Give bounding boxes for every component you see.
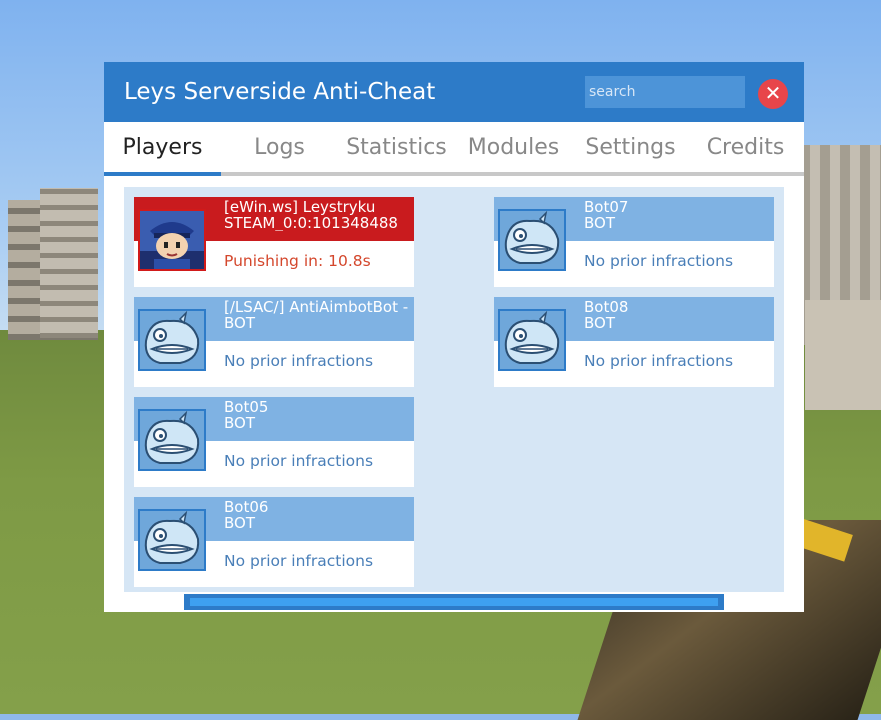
player-name: Bot07: [584, 200, 629, 215]
player-status: Punishing in: 10.8s: [224, 252, 371, 270]
bot-avatar-image: [500, 211, 564, 269]
tab-players[interactable]: Players: [104, 122, 221, 176]
horizontal-scrollbar[interactable]: [184, 594, 724, 610]
game-building: [805, 300, 881, 410]
player-status: No prior infractions: [224, 452, 374, 470]
player-name: Bot06: [224, 500, 269, 515]
window-title: Leys Serverside Anti-Cheat: [124, 79, 436, 105]
tab-credits[interactable]: Credits: [687, 122, 804, 176]
bot-avatar-icon[interactable]: [138, 409, 206, 471]
player-status: No prior infractions: [224, 552, 374, 570]
bot-avatar-icon[interactable]: [498, 309, 566, 371]
player-status: No prior infractions: [584, 352, 734, 370]
bot-avatar-icon[interactable]: [498, 209, 566, 271]
player-list: [eWin.ws] Leystryku STEAM_0:0:101348488 …: [124, 187, 784, 592]
anticheat-panel: Leys Serverside Anti-Cheat ✕ Players Log…: [104, 62, 804, 612]
player-avatar-image: [140, 211, 204, 269]
player-name: Bot08: [584, 300, 629, 315]
tab-underline: [104, 172, 804, 176]
tab-statistics[interactable]: Statistics: [338, 122, 455, 176]
close-icon: ✕: [764, 81, 782, 105]
player-steamid: BOT: [224, 315, 255, 331]
player-avatar-icon[interactable]: [138, 209, 206, 271]
bot-avatar-image: [140, 311, 204, 369]
tab-logs[interactable]: Logs: [221, 122, 338, 176]
close-button[interactable]: ✕: [758, 79, 788, 109]
player-steamid: BOT: [224, 515, 255, 531]
player-name: [eWin.ws] Leystryku: [224, 200, 376, 215]
player-name: Bot05: [224, 400, 269, 415]
player-steamid: BOT: [584, 215, 615, 231]
player-steamid: BOT: [224, 415, 255, 431]
bot-avatar-image: [140, 411, 204, 469]
player-status: No prior infractions: [584, 252, 734, 270]
tab-bar: Players Logs Statistics Modules Settings…: [104, 122, 804, 176]
title-bar[interactable]: Leys Serverside Anti-Cheat ✕: [104, 62, 804, 122]
player-card[interactable]: Bot08 BOT No prior infractions: [494, 297, 774, 387]
scrollbar-thumb[interactable]: [190, 598, 718, 606]
tab-modules[interactable]: Modules: [455, 122, 572, 176]
bot-avatar-image: [140, 511, 204, 569]
player-steamid: BOT: [584, 315, 615, 331]
bot-avatar-icon[interactable]: [138, 509, 206, 571]
bot-avatar-image: [500, 311, 564, 369]
player-card[interactable]: Bot05 BOT No prior infractions: [134, 397, 414, 487]
player-card[interactable]: [/LSAC/] AntiAimbotBot - by Leystryku BO…: [134, 297, 414, 387]
player-status: No prior infractions: [224, 352, 374, 370]
tab-settings[interactable]: Settings: [572, 122, 689, 176]
active-tab-indicator: [104, 172, 221, 176]
search-input[interactable]: [585, 76, 745, 108]
player-card[interactable]: Bot06 BOT No prior infractions: [134, 497, 414, 587]
game-building: [40, 188, 98, 338]
player-name: [/LSAC/] AntiAimbotBot - by Leystryku: [224, 300, 412, 315]
player-card[interactable]: Bot07 BOT No prior infractions: [494, 197, 774, 287]
player-steamid: STEAM_0:0:101348488: [224, 215, 398, 231]
player-card[interactable]: [eWin.ws] Leystryku STEAM_0:0:101348488 …: [134, 197, 414, 287]
bot-avatar-icon[interactable]: [138, 309, 206, 371]
